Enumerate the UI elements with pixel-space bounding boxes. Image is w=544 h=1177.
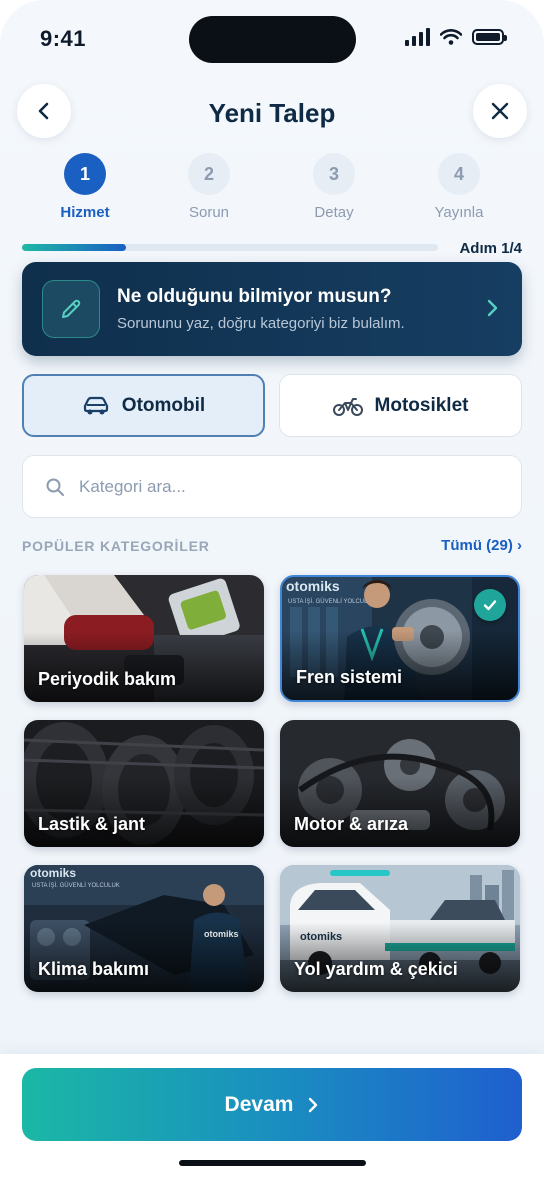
close-button[interactable] [473,84,527,138]
step-hizmet[interactable]: 1 Hizmet [40,153,130,221]
tile-shade [280,922,520,992]
svg-text:USTA İŞİ. GÜVENLİ YOLCULUK: USTA İŞİ. GÜVENLİ YOLCULUK [288,598,376,605]
status-icons [405,28,507,46]
pencil-icon [42,280,100,338]
home-indicator [179,1160,366,1166]
tile-shade [24,632,264,702]
category-tile-klima-bakimi[interactable]: otomiks USTA İŞİ. GÜVENLİ YOLCULUK otomi… [24,865,264,992]
step-detay[interactable]: 3 Detay [289,153,379,221]
status-time: 9:41 [40,26,87,51]
category-search-input[interactable]: Kategori ara... [22,455,522,518]
vehicle-motosiklet-button[interactable]: Motosiklet [279,374,522,437]
step-number: 4 [438,153,480,195]
tile-label: Lastik & jant [38,814,146,834]
chevron-right-icon [487,299,498,317]
continue-label: Devam [224,1092,294,1116]
battery-icon [472,29,507,45]
cellular-signal-icon [405,28,430,46]
motorcycle-icon [332,397,363,416]
category-tile-motor-ariza[interactable]: Motor & arıza [280,720,520,847]
step-yayinla[interactable]: 4 Yayınla [414,153,504,221]
app-screen: 9:41 Yeni Talep 1 Hizmet 2 Sorun 3 Detay [0,0,544,1177]
vehicle-otomobil-button[interactable]: Otomobil [22,374,265,437]
category-tile-yol-yardim-cekici[interactable]: otomiks Yol yardım & çekici [280,865,520,992]
step-label: Detay [314,204,354,221]
step-sorun[interactable]: 2 Sorun [164,153,254,221]
car-icon [83,396,108,414]
check-icon [474,589,506,621]
tile-label: Periyodik bakım [38,669,177,689]
ai-category-hint-card[interactable]: Ne olduğunu bilmiyor musun? Sorununu yaz… [22,262,522,356]
see-all-link[interactable]: Tümü (29) › [441,537,522,554]
tile-shade [280,777,520,847]
tile-shade [24,777,264,847]
section-title: POPÜLER KATEGORİLER [22,538,210,554]
category-tile-fren-sistemi[interactable]: otomiks USTA İŞİ. GÜVENLİ YOLCULUK Fren … [280,575,520,702]
category-tile-lastik-jant[interactable]: Lastik & jant [24,720,264,847]
close-icon [491,102,509,120]
step-label: Hizmet [60,204,110,221]
tile-label: Motor & arıza [294,814,409,834]
progress-bar [22,244,438,251]
tile-label: Fren sistemi [296,667,403,687]
continue-button[interactable]: Devam [22,1068,522,1141]
step-label: Sorun [188,204,230,221]
step-label: Yayınla [434,204,484,221]
progress-text: Adım 1/4 [459,240,522,257]
wifi-icon [440,29,462,45]
page-title: Yeni Talep [208,98,336,128]
search-placeholder: Kategori ara... [79,476,186,496]
step-number: 2 [188,153,230,195]
hint-title: Ne olduğunu bilmiyor musun? [117,286,392,307]
tile-label: Yol yardım & çekici [294,959,458,979]
svg-text:otomiks: otomiks [286,578,340,594]
svg-text:otomiks: otomiks [30,866,76,880]
tile-label: Klima bakımı [38,959,150,979]
search-icon [46,478,64,496]
step-number: 1 [64,153,106,195]
dynamic-island [189,16,356,63]
chevron-right-icon [309,1097,318,1112]
vehicle-label: Otomobil [121,394,206,416]
svg-text:USTA İŞİ. GÜVENLİ YOLCULUK: USTA İŞİ. GÜVENLİ YOLCULUK [32,882,120,889]
category-tile-periyodik-bakim[interactable]: Periyodik bakım [24,575,264,702]
vehicle-label: Motosiklet [374,394,469,416]
step-number: 3 [313,153,355,195]
progress-fill [22,244,126,251]
tile-shade [282,630,518,700]
hint-subtitle: Sorununu yaz, doğru kategoriyi biz bulal… [117,315,405,332]
tile-shade [24,922,264,992]
